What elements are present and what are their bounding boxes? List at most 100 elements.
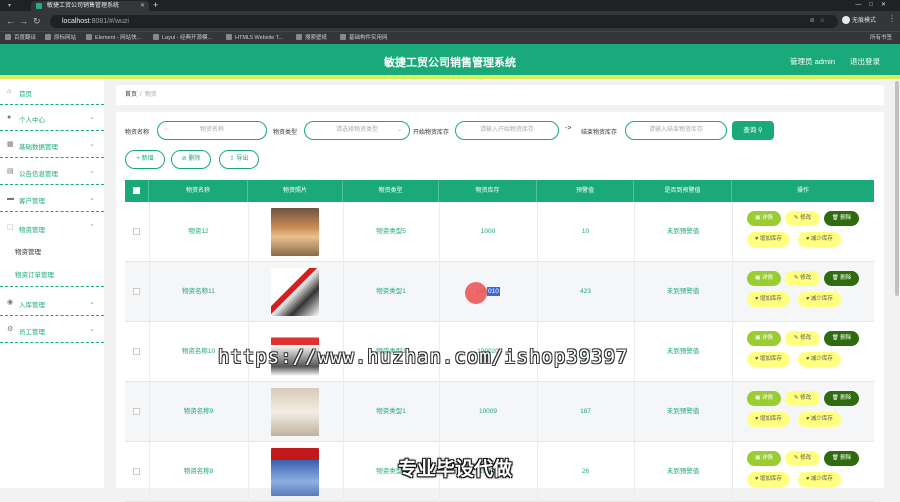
column-header[interactable]: 物资库存 [439,180,537,202]
chevron-down-icon: ⌄ [89,141,95,148]
delete-button[interactable]: ⊘ 删除 [171,150,211,169]
close-tab-icon[interactable]: ✕ [140,1,145,11]
row-checkbox[interactable] [133,288,140,295]
delete-row-button[interactable]: 🗑 删除 [824,331,859,346]
bookmark-item[interactable]: HTML5 Website T... [226,33,283,44]
url-host: localhost [62,18,90,25]
detail-button[interactable]: ▣ 详情 [747,391,781,406]
selected-text: 010 [487,287,500,296]
browser-menu-icon[interactable]: ⋮ [888,14,896,23]
all-bookmarks[interactable]: 所有书签 [870,33,892,44]
breadcrumb-home[interactable]: 首页 [125,92,137,98]
add-stock-button[interactable]: ♥ 增加库存 [747,412,790,427]
browser-tab[interactable]: 敏捷工贸公司销售管理系统 ✕ [31,1,149,11]
sidebar-item-goods[interactable]: ⬚ 物资管理 ⌃ [0,215,104,241]
filter-end-input[interactable]: 请输入结束物资库存 [625,121,727,140]
incognito-profile[interactable]: 无痕模式 [842,15,884,28]
edit-button[interactable]: ✎ 修改 [785,211,820,226]
column-header[interactable]: 物资照片 [248,180,343,202]
column-header[interactable]: 是否到预警值 [634,180,732,202]
search-button[interactable]: 查询 ⚲ [732,121,774,140]
sidebar-item-staff[interactable]: ⚙ 员工管理 ⌄ [0,317,104,343]
sidebar-subitem-goods-orders[interactable]: 物资订单管理 [0,265,104,287]
bookmark-item[interactable]: 基础构件实用网 [340,33,388,44]
bookmark-item[interactable]: Element - 网站快... [86,33,141,44]
logout-link[interactable]: 退出登录 [850,56,880,67]
filter-name-input[interactable]: ○ 物资名称 [157,121,267,140]
column-header[interactable]: 物资类型 [343,180,439,202]
reduce-stock-button[interactable]: ♥ 减少库存 [798,292,841,307]
detail-button[interactable]: ▣ 详情 [747,211,781,226]
goods-type-cell: 物资类型1 [376,288,406,295]
reduce-stock-button[interactable]: ♥ 减少库存 [798,412,841,427]
address-bar-icons[interactable]: ⊘☆ [810,15,830,28]
warning-status-cell: 未到预警值 [666,408,700,415]
cell-divider [248,382,249,442]
page-scrollbar[interactable] [894,79,900,488]
filter-end-label: 结束物资库存 [581,130,618,136]
reduce-stock-button[interactable]: ♥ 减少库存 [798,472,841,487]
detail-button[interactable]: ▣ 详情 [747,271,781,286]
table-row[interactable]: 物资12 物资类型5 1000 10 未到预警值 ▣ 详情 ✎ 修改 🗑 删除 ♥ 增加库存 ♥ … [125,202,874,262]
address-bar[interactable]: localhost:8081/#/wuzi ⊘☆ [50,15,838,28]
select-all-checkbox[interactable] [133,187,140,194]
trash-icon: ⊘ [181,156,187,162]
table-row[interactable]: 物资名称11 物资类型1 100010 423 未到预警值 ▣ 详情 ✎ 修改 🗑 删除 ♥ 增… [125,262,874,322]
bookmark-item[interactable]: Layui - 经典开源模... [153,33,212,44]
add-stock-button[interactable]: ♥ 增加库存 [747,352,790,367]
grid-icon: ▦ [7,141,14,148]
export-button[interactable]: ⇪ 导出 [219,150,259,169]
tab-search-icon[interactable]: ▾ [8,2,24,9]
filter-type-select[interactable]: 请选择物资类型 ⌄ [304,121,410,140]
window-controls[interactable]: —□✕ [855,0,894,11]
delete-row-button[interactable]: 🗑 删除 [824,391,859,406]
row-checkbox[interactable] [133,468,140,475]
ebike-photo[interactable] [271,268,319,316]
bookmark-item[interactable]: 搜索壁纸 [296,33,327,44]
reduce-stock-button[interactable]: ♥ 减少库存 [798,232,841,247]
dogbed-photo[interactable] [271,448,319,496]
reload-icon[interactable]: ↻ [33,15,41,27]
sidebar-item-inbound[interactable]: ◉ 入库管理 ⌄ [0,290,104,316]
add-stock-button[interactable]: ♥ 增加库存 [747,472,790,487]
add-button[interactable]: + 新增 [125,150,165,169]
box-icon: ⬚ [7,224,14,231]
add-stock-button[interactable]: ♥ 增加库存 [747,292,790,307]
new-tab-icon[interactable]: + [153,0,158,11]
edit-button[interactable]: ✎ 修改 [785,271,820,286]
filter-start-input[interactable]: 请输入开始物资库存 [455,121,559,140]
detail-button[interactable]: ▣ 详情 [747,331,781,346]
row-checkbox[interactable] [133,408,140,415]
sidebar-subitem-goods[interactable]: 物资管理 [0,242,104,264]
table-row[interactable]: 物资名称9 物资类型1 10009 187 未到预警值 ▣ 详情 ✎ 修改 🗑 删除 ♥ 增加库… [125,382,874,442]
row-checkbox[interactable] [133,228,140,235]
sidebar-item-customer[interactable]: ▬ 客户管理 ⌄ [0,186,104,212]
row-checkbox[interactable] [133,348,140,355]
dog-photo[interactable] [271,208,319,256]
column-header[interactable]: 预警值 [537,180,634,202]
detail-button[interactable]: ▣ 详情 [747,451,781,466]
cell-divider [732,442,733,502]
sidebar-item-basic-data[interactable]: ▦ 基础数据管理 ⌄ [0,132,104,158]
column-header[interactable]: 物资名称 [149,180,248,202]
breadcrumb: 首页 / 物资 [116,85,884,105]
profile-label: 无痕模式 [852,18,877,24]
delete-row-button[interactable]: 🗑 删除 [824,451,859,466]
scrollbar-thumb[interactable] [895,81,899,296]
add-stock-button[interactable]: ♥ 增加库存 [747,232,790,247]
sidebar-item-profile[interactable]: ● 个人中心 ⌄ [0,105,104,131]
pet-photo[interactable] [271,388,319,436]
reduce-stock-button[interactable]: ♥ 减少库存 [798,352,841,367]
sidebar-item-home[interactable]: ⌂ 首页 [0,79,104,105]
edit-button[interactable]: ✎ 修改 [785,451,820,466]
edit-button[interactable]: ✎ 修改 [785,391,820,406]
delete-row-button[interactable]: 🗑 删除 [824,271,859,286]
bookmark-item[interactable]: 百度翻译 [5,33,36,44]
delete-row-icon: 🗑 [831,395,841,401]
bookmark-item[interactable]: 原标网站 [45,33,76,44]
edit-button[interactable]: ✎ 修改 [785,331,820,346]
delete-row-button[interactable]: 🗑 删除 [824,211,859,226]
back-icon[interactable]: ← [6,15,15,27]
sidebar-item-notice[interactable]: ▤ 公告信息管理 ⌄ [0,159,104,185]
forward-icon[interactable]: → [19,15,28,27]
